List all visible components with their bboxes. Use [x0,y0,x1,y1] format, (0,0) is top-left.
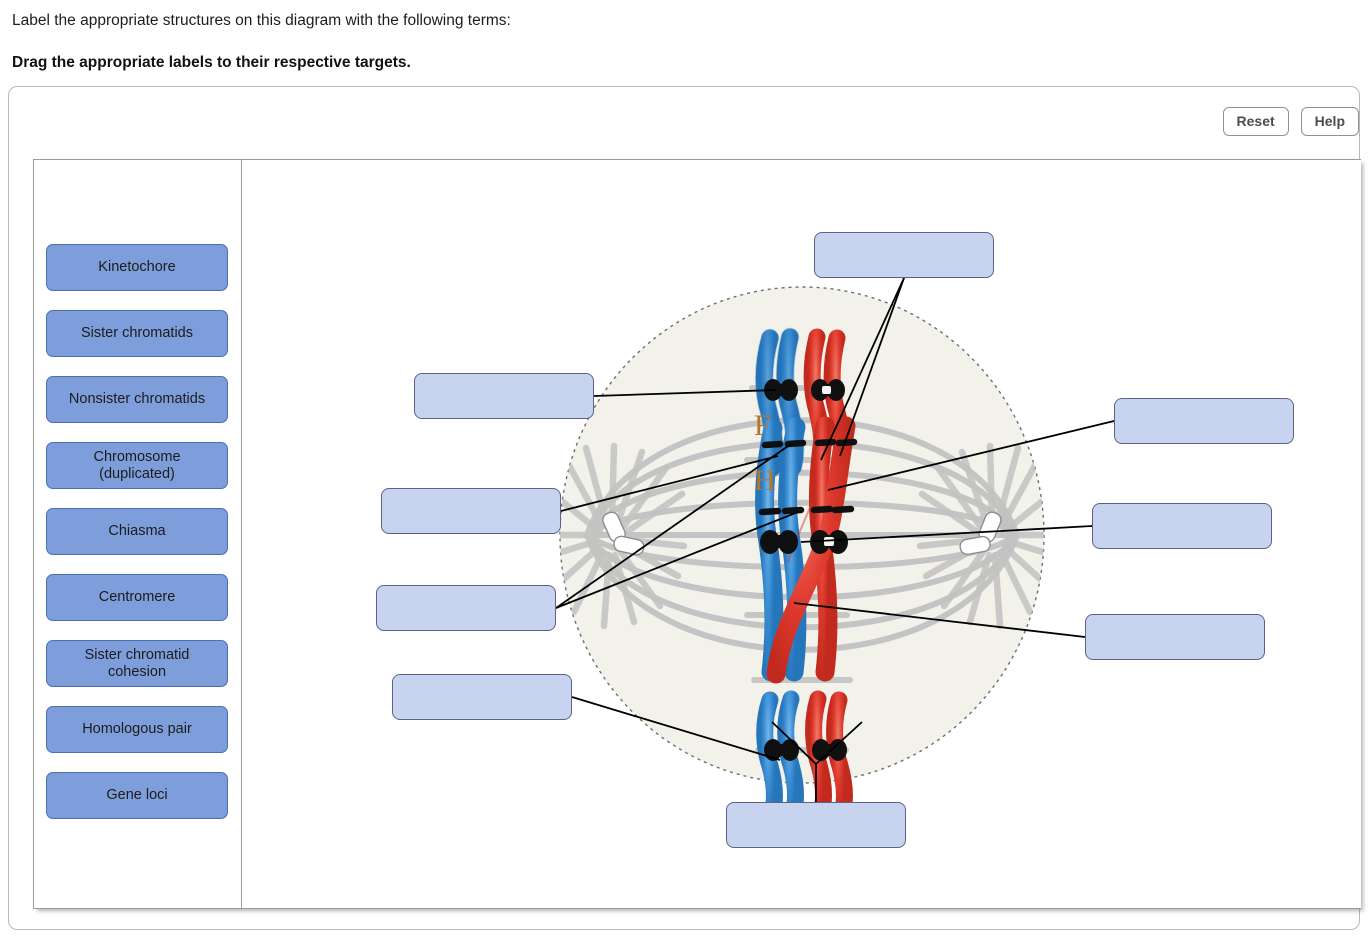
label-chip-homologous-pair[interactable]: Homologous pair [46,706,228,753]
label-chip-centromere[interactable]: Centromere [46,574,228,621]
label-chip-sister-chromatid-cohesion[interactable]: Sister chromatid cohesion [46,640,228,687]
toolbar: Reset Help [1222,107,1359,136]
label-bank: Kinetochore Sister chromatids Nonsister ch… [34,160,241,908]
instruction-text: Label the appropriate structures on this… [12,12,511,29]
diagram-canvas: F H [242,160,1362,910]
prompt-block: Label the appropriate structures on this… [12,0,1352,72]
drop-target-left-1[interactable] [414,373,594,419]
drop-target-left-3[interactable] [376,585,556,631]
label-chip-gene-loci[interactable]: Gene loci [46,772,228,819]
drop-target-right-3[interactable] [1085,614,1265,660]
label-chip-chromosome-duplicated[interactable]: Chromosome (duplicated) [46,442,228,489]
label-chip-kinetochore[interactable]: Kinetochore [46,244,228,291]
drop-target-top[interactable] [814,232,994,278]
gene-locus-label-F: F [754,409,771,442]
label-chip-chiasma[interactable]: Chiasma [46,508,228,555]
activity-frame: Reset Help Kinetochore Sister chromatids N… [8,86,1361,930]
label-chip-sister-chromatids[interactable]: Sister chromatids [46,310,228,357]
reset-button[interactable]: Reset [1222,107,1289,136]
drop-target-right-1[interactable] [1114,398,1294,444]
gene-locus-label-H: H [754,464,776,497]
help-button[interactable]: Help [1300,107,1359,136]
drop-target-bottom[interactable] [726,802,906,848]
drop-target-left-2[interactable] [381,488,561,534]
label-chip-nonsister-chromatids[interactable]: Nonsister chromatids [46,376,228,423]
drop-target-left-4[interactable] [392,674,572,720]
workspace-panel: Kinetochore Sister chromatids Nonsister ch… [33,159,1361,909]
directive-text: Drag the appropriate labels to their res… [12,53,411,71]
drop-target-right-2[interactable] [1092,503,1272,549]
